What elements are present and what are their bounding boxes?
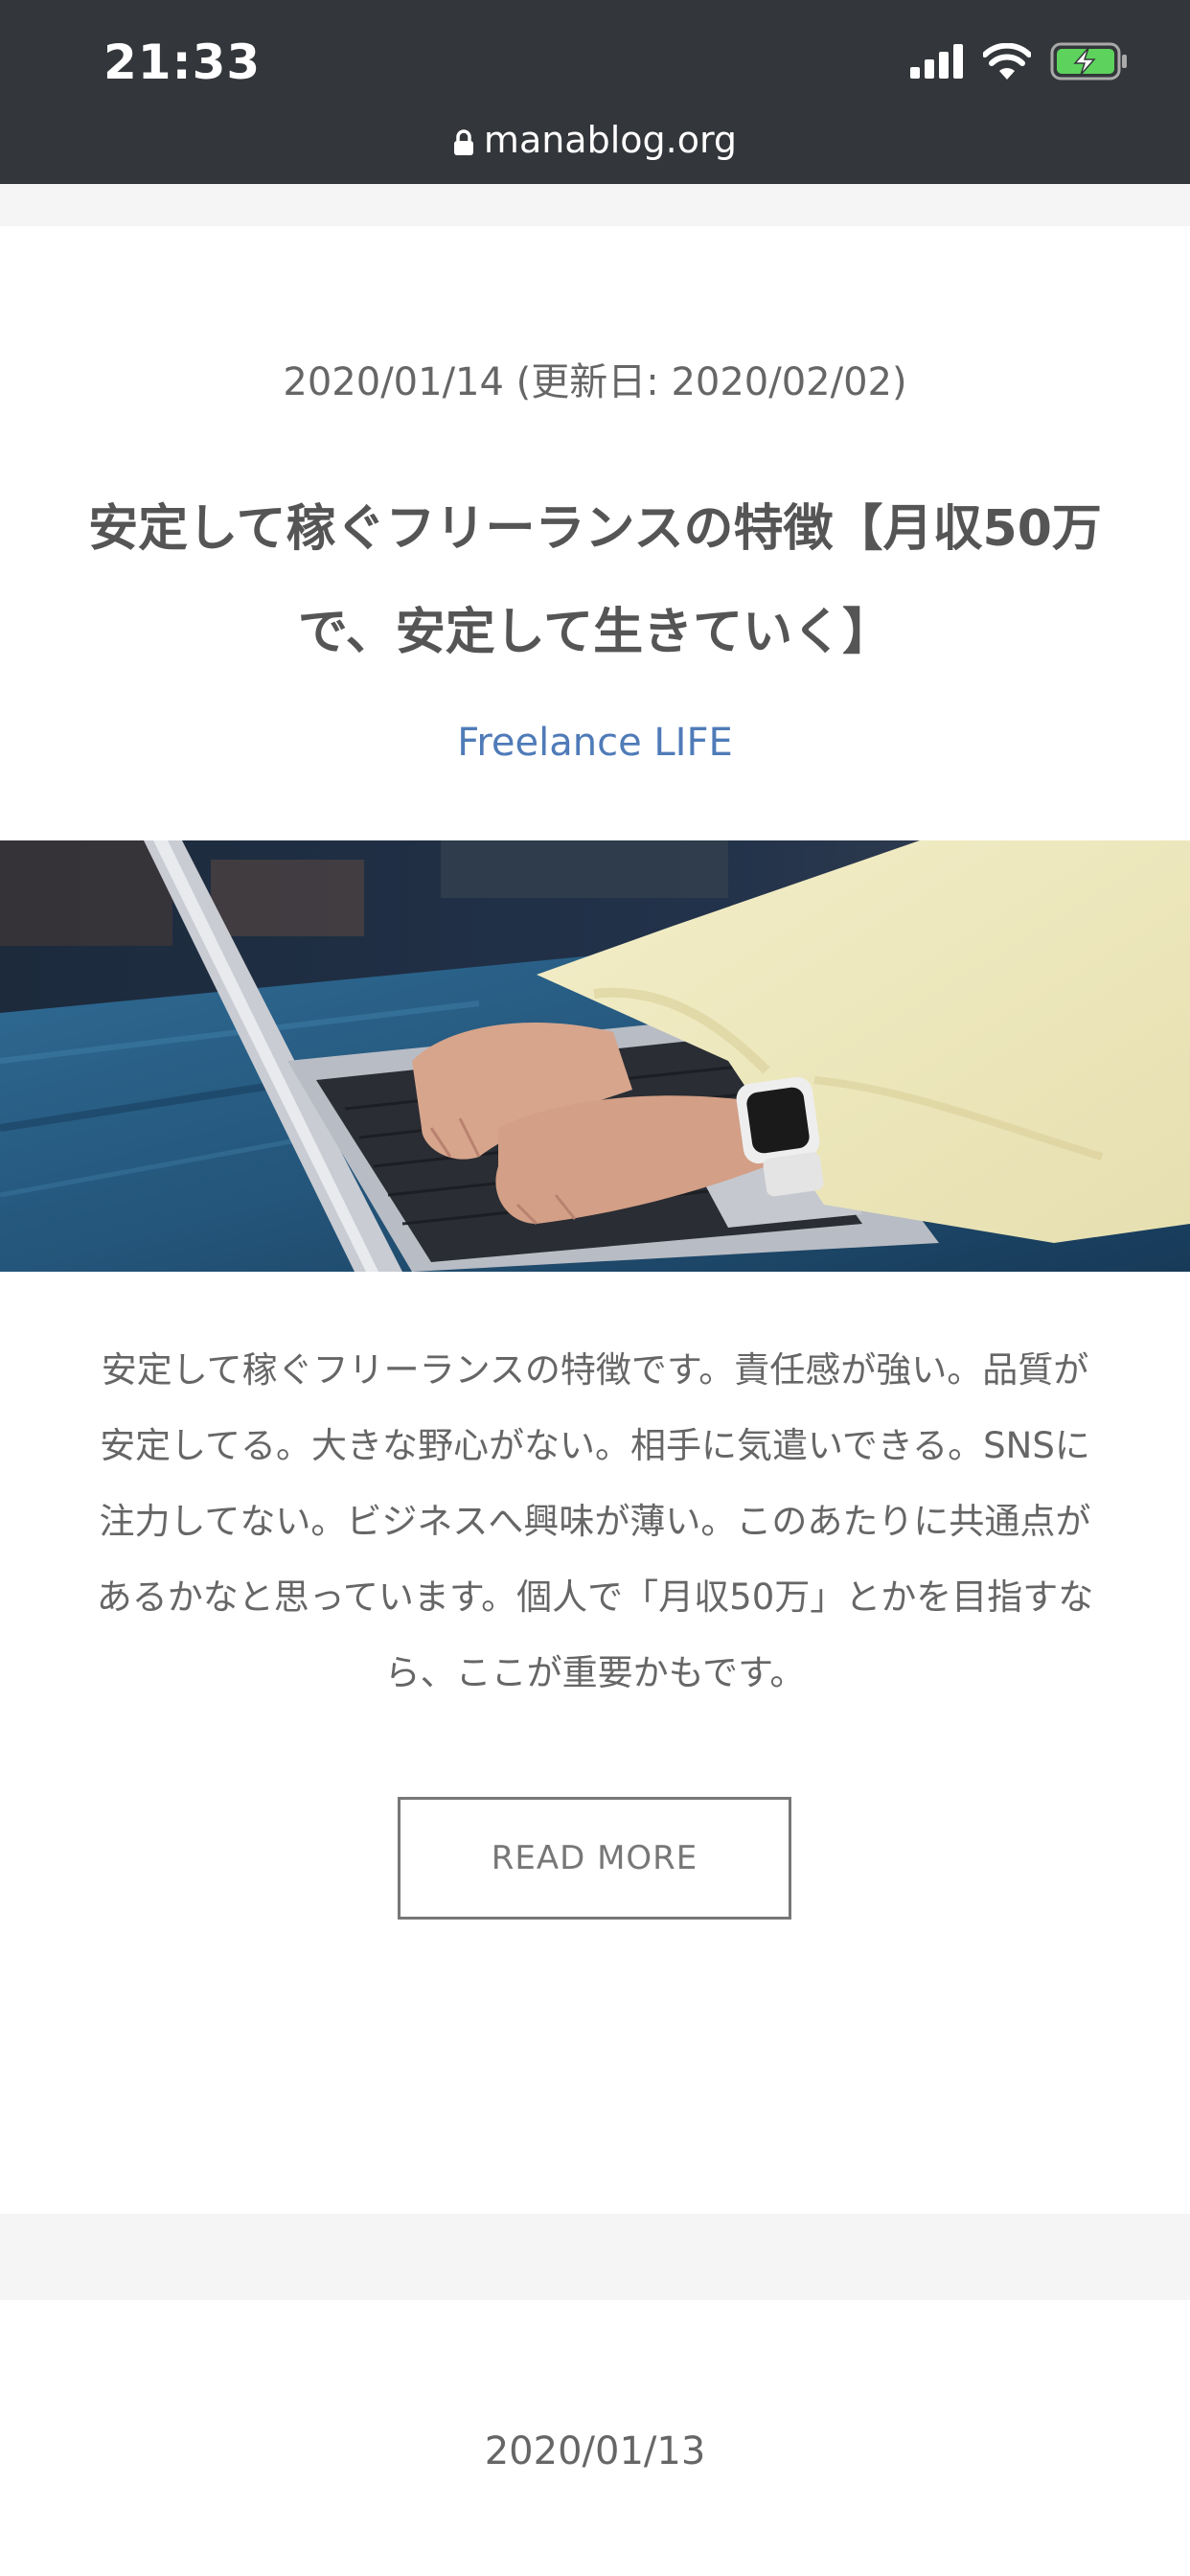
post-date: 2020/01/13 bbox=[484, 2429, 706, 2473]
url-text: manablog.org bbox=[483, 119, 738, 161]
post-title[interactable]: 安定して稼ぐフリーランスの特徴【月収50万 で、安定して生きていく】 bbox=[57, 477, 1133, 684]
excerpt-line: ら、ここが重要かもです。 bbox=[384, 1652, 806, 1693]
wifi-icon bbox=[983, 43, 1031, 80]
excerpt-line: 安定してる。大きな野心がない。相手に気遣いできる。SNSに bbox=[100, 1425, 1090, 1466]
read-more-button[interactable]: READ MORE bbox=[398, 1797, 791, 1920]
category-link[interactable]: Freelance LIFE bbox=[0, 721, 1190, 765]
post-title-line: 安定して稼ぐフリーランスの特徴【月収50万 bbox=[88, 500, 1102, 558]
status-time: 21:33 bbox=[103, 34, 262, 90]
excerpt-line: 注力してない。ビジネスへ興味が薄い。このあたりに共通点が bbox=[99, 1501, 1091, 1542]
laptop-typing-illustration bbox=[0, 840, 1190, 1272]
lock-icon bbox=[453, 128, 473, 155]
status-bar: 21:33 manablog.org bbox=[0, 0, 1190, 184]
hero-image[interactable] bbox=[0, 840, 1190, 1272]
excerpt-line: 安定して稼ぐフリーランスの特徴です。責任感が強い。品質が bbox=[101, 1349, 1089, 1391]
address-bar[interactable]: manablog.org bbox=[0, 119, 1190, 161]
post-excerpt: 安定して稼ぐフリーランスの特徴です。責任感が強い。品質が 安定してる。大きな野心… bbox=[57, 1332, 1133, 1711]
excerpt-line: あるかなと思っています。個人で「月収50万」とかを目指すな bbox=[96, 1576, 1094, 1618]
battery-charging-icon bbox=[1050, 42, 1127, 80]
status-icons bbox=[910, 42, 1129, 80]
post-date: 2020/01/14 (更新日: 2020/02/02) bbox=[283, 360, 907, 404]
section-separator bbox=[0, 184, 1190, 226]
cellular-signal-icon bbox=[910, 44, 963, 79]
section-separator bbox=[0, 2214, 1190, 2300]
post-title-line: で、安定して生きていく】 bbox=[297, 604, 893, 661]
